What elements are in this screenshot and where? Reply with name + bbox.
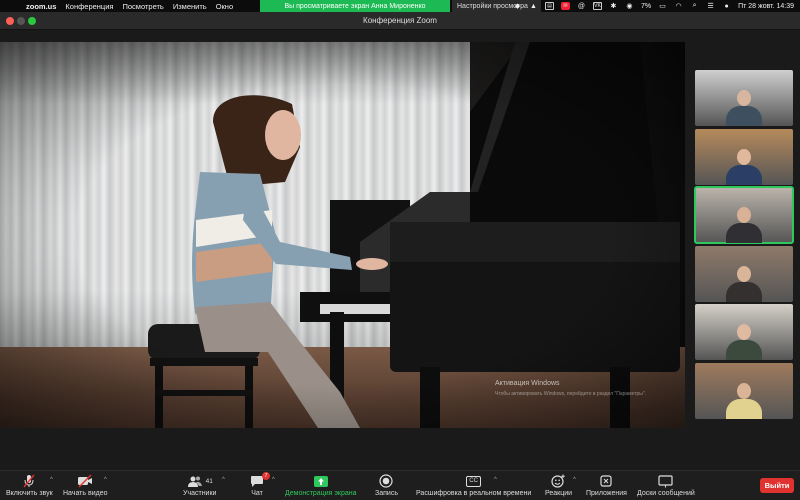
participant-head	[737, 265, 751, 282]
dropbox-icon[interactable]: ◆	[513, 2, 522, 10]
participant-video-tile[interactable]	[695, 70, 793, 126]
record-button[interactable]: Запись	[375, 474, 398, 497]
window-title: Конференция Zoom	[363, 16, 437, 25]
gmail-icon[interactable]: ✉	[560, 2, 570, 10]
live-transcript-label: Расшифровка в реальном времени	[416, 490, 532, 497]
participant-silhouette	[726, 145, 762, 185]
meeting-stage: Активация Windows Чтобы активировать Win…	[0, 30, 800, 470]
record-label: Запись	[375, 490, 398, 497]
reactions-button[interactable]: Реакции	[545, 474, 572, 497]
watermark-subtitle: Чтобы активировать Windows, перейдите в …	[495, 391, 647, 397]
menubar-tray: ◆ ▲ ▤ ✉ @ VK ✱ ◉ 7% ▭ ◠ ⌕ ☰ ● Пт 28 жовт…	[513, 0, 794, 12]
live-transcript-button[interactable]: CC Расшифровка в реальном времени	[416, 474, 531, 497]
participants-count: 41	[205, 477, 213, 485]
participant-body	[726, 164, 762, 185]
share-screen-label: Демонстрация экрана	[285, 490, 357, 497]
whiteboard-icon	[658, 474, 673, 487]
transcript-caret-icon[interactable]: ^	[494, 477, 497, 483]
participants-icon	[187, 476, 202, 487]
chat-button[interactable]: 7 Чат	[250, 472, 270, 497]
shared-screen-video[interactable]: Активация Windows Чтобы активировать Win…	[0, 42, 685, 428]
search-icon[interactable]: ⌕	[690, 2, 699, 10]
whiteboards-label: Доски сообщений	[637, 490, 695, 497]
screen-share-banner: Вы просматриваете экран Анна Мироненко	[260, 0, 450, 12]
participant-head	[737, 207, 751, 223]
clipboard-icon[interactable]: ▤	[544, 2, 554, 10]
apps-label: Приложения	[586, 490, 627, 497]
menubar-clock: Пт 28 жовт. 14:39	[738, 2, 794, 10]
participant-video-tile[interactable]	[695, 128, 793, 185]
leave-meeting-button[interactable]: Выйти	[760, 478, 794, 493]
siri-icon[interactable]: ●	[722, 2, 731, 10]
video-options-caret-icon[interactable]: ^	[104, 477, 107, 483]
record-icon[interactable]: ◉	[625, 2, 634, 10]
start-video-label: Начать видео	[63, 490, 108, 497]
whiteboards-button[interactable]: Доски сообщений	[637, 474, 695, 497]
participant-silhouette	[726, 86, 762, 126]
closed-captions-icon: CC	[466, 475, 481, 487]
camera-off-icon	[78, 474, 93, 488]
battery-percent: 7%	[640, 2, 652, 10]
participant-body	[726, 223, 762, 243]
audio-options-caret-icon[interactable]: ^	[50, 477, 53, 483]
mic-muted-icon	[23, 474, 35, 488]
start-video-button[interactable]: Начать видео	[63, 474, 107, 497]
unmute-button[interactable]: Включить звук	[6, 474, 53, 497]
menu-app-name[interactable]: zoom.us	[26, 2, 56, 11]
participant-body	[726, 281, 762, 302]
drive-icon[interactable]: ▲	[529, 2, 538, 10]
apps-button[interactable]: Приложения	[586, 474, 627, 497]
at-icon[interactable]: @	[577, 2, 586, 10]
share-screen-button[interactable]: Демонстрация экрана	[285, 474, 357, 497]
participant-body	[726, 398, 762, 419]
pianist-illustration	[192, 95, 388, 428]
participant-silhouette	[726, 320, 762, 360]
bluetooth-icon[interactable]: ✱	[609, 2, 618, 10]
participant-video-tile[interactable]	[694, 186, 794, 244]
participant-head	[737, 324, 751, 340]
meeting-toolbar: Включить звук ^ Начать видео ^ 41 Участн…	[0, 470, 800, 500]
participant-body	[726, 106, 762, 126]
unmute-label: Включить звук	[6, 490, 53, 497]
record-icon	[379, 474, 394, 488]
battery-icon[interactable]: ▭	[658, 2, 667, 10]
control-center-icon[interactable]: ☰	[706, 2, 715, 10]
participants-caret-icon[interactable]: ^	[222, 477, 225, 483]
chat-unread-badge: 7	[262, 472, 270, 480]
participant-silhouette	[726, 203, 762, 243]
reactions-caret-icon[interactable]: ^	[573, 477, 576, 483]
participant-head	[737, 382, 751, 399]
participant-head	[737, 90, 751, 106]
windows-activation-watermark: Активация Windows Чтобы активировать Win…	[495, 379, 646, 399]
window-titlebar: Конференция Zoom	[0, 12, 800, 30]
chat-label: Чат	[251, 490, 263, 497]
participant-video-tile[interactable]	[695, 245, 793, 302]
participant-silhouette	[726, 262, 762, 302]
chat-caret-icon[interactable]: ^	[272, 477, 275, 483]
participants-button[interactable]: 41 Участники	[183, 474, 216, 497]
menu-window[interactable]: Окно	[216, 2, 233, 11]
participant-head	[737, 148, 751, 165]
participants-label: Участники	[183, 490, 217, 497]
menu-edit[interactable]: Изменить	[173, 2, 207, 11]
share-screen-icon	[313, 475, 328, 487]
watermark-title: Активация Windows	[495, 380, 560, 387]
menu-view[interactable]: Посмотреть	[122, 2, 163, 11]
vk-icon[interactable]: VK	[592, 2, 602, 10]
participant-video-tile[interactable]	[695, 304, 793, 360]
wifi-icon[interactable]: ◠	[674, 2, 683, 10]
smile-plus-icon	[551, 474, 565, 488]
apps-icon	[600, 475, 613, 487]
menu-conference[interactable]: Конференция	[65, 2, 113, 11]
participant-body	[726, 340, 762, 360]
reactions-label: Реакции	[545, 490, 573, 497]
participant-silhouette	[726, 379, 762, 419]
participant-video-tile[interactable]	[695, 362, 793, 419]
